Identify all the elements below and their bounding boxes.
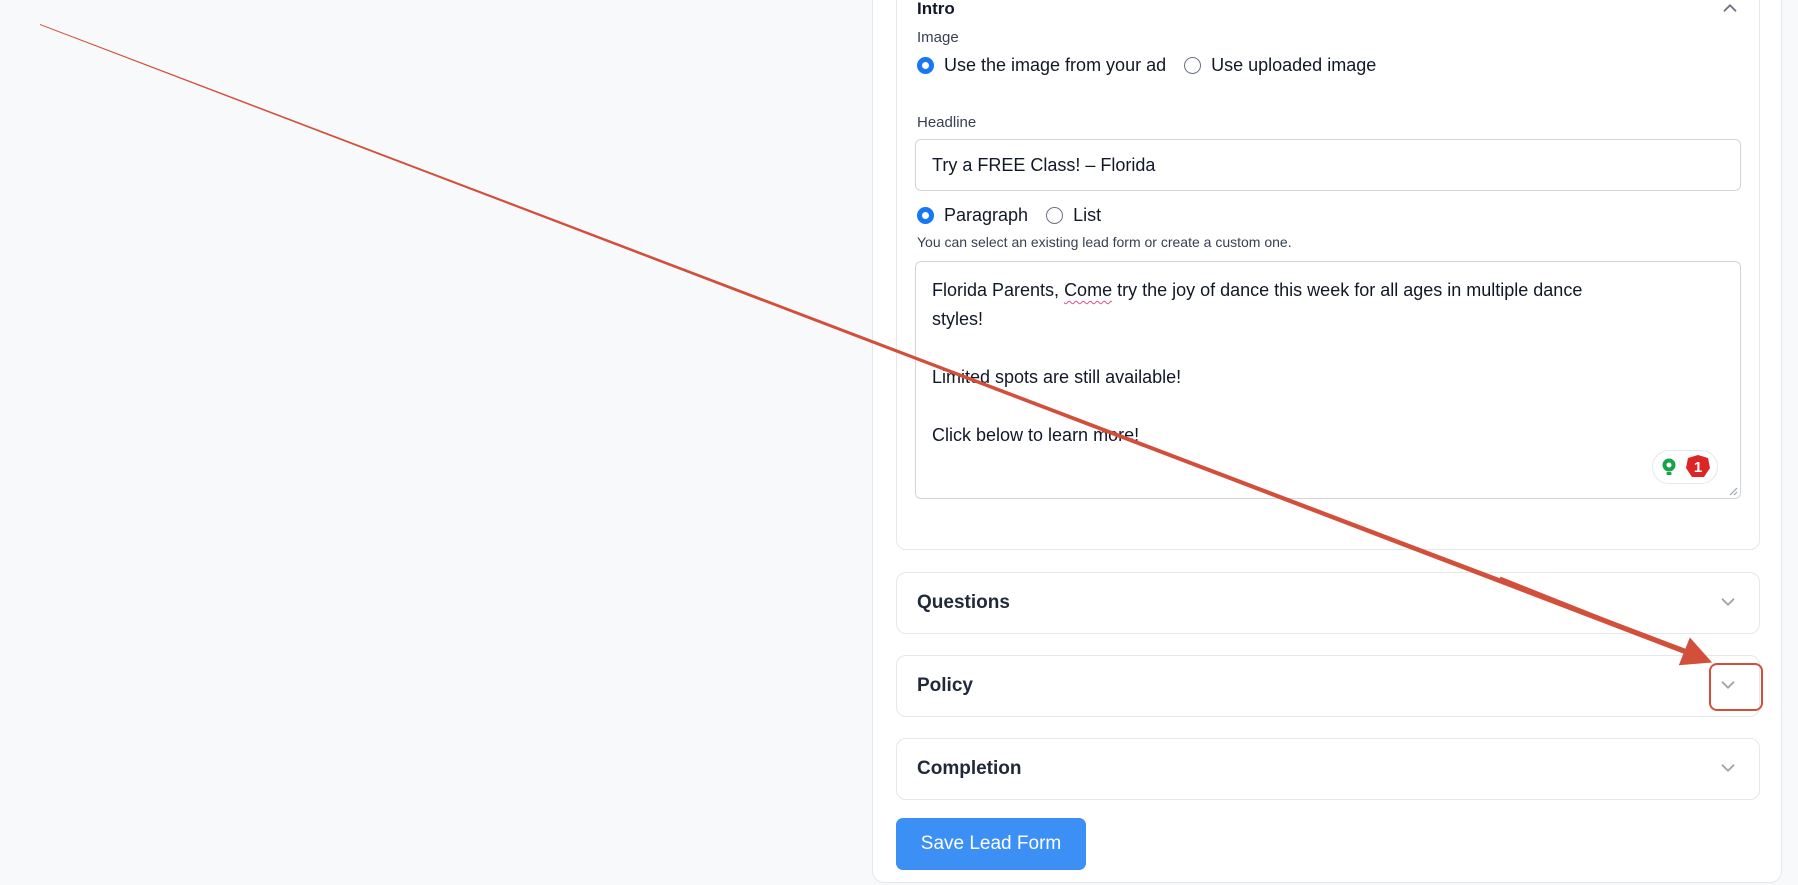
image-option-ad[interactable]: Use the image from your ad <box>917 55 1166 76</box>
questions-title: Questions <box>917 592 1010 613</box>
intro-title[interactable]: Intro <box>917 0 955 19</box>
headline-input[interactable]: Try a FREE Class! – Florida <box>915 139 1741 191</box>
body-line-2: styles! <box>932 309 984 329</box>
completion-section[interactable]: Completion <box>896 738 1760 800</box>
completion-title: Completion <box>917 758 1022 779</box>
radio-checked-icon[interactable] <box>917 57 934 74</box>
helper-text: You can select an existing lead form or … <box>917 234 1292 250</box>
policy-section[interactable]: Policy <box>896 655 1760 717</box>
image-option-uploaded[interactable]: Use uploaded image <box>1184 55 1376 76</box>
image-label: Image <box>917 29 959 46</box>
chevron-down-icon[interactable] <box>1717 757 1739 779</box>
format-radio-group: Paragraph List <box>917 205 1119 226</box>
lightbulb-icon[interactable] <box>1659 457 1679 477</box>
radio-checked-icon[interactable] <box>917 207 934 224</box>
grammar-issue-badge[interactable]: 1 <box>1685 454 1711 480</box>
image-option-ad-label: Use the image from your ad <box>944 55 1167 75</box>
body-line-1-end: try the joy of dance this week for all a… <box>1112 280 1583 300</box>
headline-value: Try a FREE Class! – Florida <box>932 154 1156 175</box>
chevron-down-icon[interactable] <box>1717 591 1739 613</box>
format-option-list[interactable]: List <box>1046 205 1101 226</box>
format-option-paragraph[interactable]: Paragraph <box>917 205 1028 226</box>
radio-unchecked-icon[interactable] <box>1046 207 1064 224</box>
format-option-paragraph-label: Paragraph <box>944 205 1029 225</box>
questions-section[interactable]: Questions <box>896 572 1760 634</box>
image-radio-group: Use the image from your ad Use uploaded … <box>917 55 1394 76</box>
save-lead-form-button[interactable]: Save Lead Form <box>896 818 1086 870</box>
body-line-1-start: Florida Parents, <box>932 280 1065 300</box>
body-line-1: Florida Parents, Come try the joy of dan… <box>932 276 1724 305</box>
body-line-3: Limited spots are still available! <box>932 367 1182 387</box>
grammar-issue-count: 1 <box>1693 458 1703 476</box>
format-option-list-label: List <box>1073 205 1102 225</box>
grammar-assistant-widget[interactable]: 1 <box>1652 450 1718 484</box>
resize-handle-icon[interactable] <box>1726 484 1738 496</box>
intro-section: Intro Image Use the image from your ad U… <box>896 0 1760 550</box>
misspelled-word[interactable]: Come <box>1064 280 1112 300</box>
image-option-uploaded-label: Use uploaded image <box>1211 55 1377 75</box>
annotation-highlight-box <box>1709 663 1763 711</box>
policy-title: Policy <box>917 675 973 696</box>
description-textarea[interactable]: Florida Parents, Come try the joy of dan… <box>915 261 1741 499</box>
radio-unchecked-icon[interactable] <box>1184 57 1202 74</box>
chevron-up-icon[interactable] <box>1719 0 1741 19</box>
body-line-4: Click below to learn more! <box>932 425 1140 445</box>
headline-label: Headline <box>917 114 977 131</box>
